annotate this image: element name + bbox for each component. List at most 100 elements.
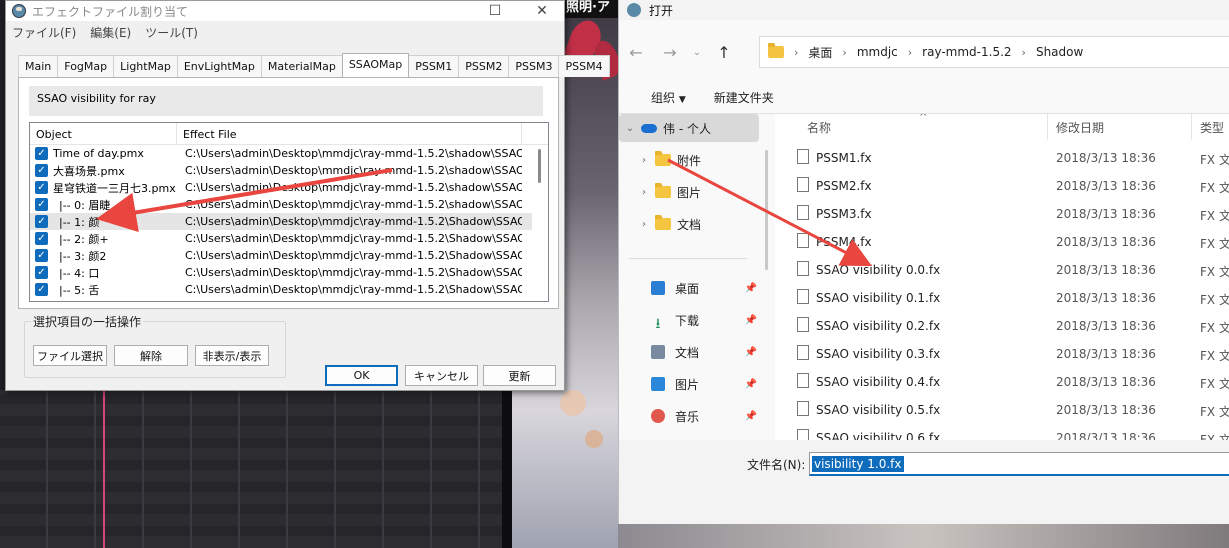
checkbox[interactable]: ✓ <box>35 215 48 228</box>
maximize-icon[interactable]: ☐ <box>473 1 517 21</box>
file-list: 名称 ^ 修改日期 类型 PSSM1.fx 2018/3/13 18:36 FX 文… <box>775 114 1229 440</box>
file-row[interactable]: SSAO visibility 0.5.fx 2018/3/13 18:36 FX … <box>775 396 1229 424</box>
tab-pssm1[interactable]: PSSM1 <box>408 55 460 77</box>
column-separator[interactable] <box>1047 114 1048 140</box>
list-row[interactable]: ✓ |-- 0: 眉睫 C:\Users\admin\Desktop\mmdjc\r… <box>30 196 548 213</box>
release-button[interactable]: 解除 <box>114 345 188 366</box>
list-row[interactable]: ✓ |-- 5: 舌 C:\Users\admin\Desktop\mmdjc\ra… <box>30 281 548 298</box>
scrollbar-thumb[interactable] <box>538 149 541 183</box>
pin-icon[interactable]: 📌 <box>745 379 757 390</box>
nav-folder-attachments[interactable]: › 附件 <box>633 146 773 174</box>
chevron-right-icon[interactable]: › <box>1022 46 1026 59</box>
chevron-right-icon[interactable]: › <box>794 46 798 59</box>
file-row[interactable]: SSAO visibility 0.0.fx 2018/3/13 18:36 FX … <box>775 256 1229 284</box>
forward-icon[interactable]: → <box>653 43 687 62</box>
quick-music[interactable]: 音乐 📌 <box>651 402 757 430</box>
object-effect-list[interactable]: Object Effect File ✓ Time of day.pmx C:\Us… <box>29 122 549 302</box>
nav-onedrive[interactable]: ⌄ 伟 - 个人 <box>619 114 759 142</box>
tab-pssm2[interactable]: PSSM2 <box>458 55 510 77</box>
breadcrumb[interactable]: › 桌面 › mmdjc › ray-mmd-1.5.2 › Shadow <box>759 36 1229 68</box>
column-effect-file[interactable]: Effect File <box>177 123 522 144</box>
list-row[interactable]: ✓ |-- 3: 颜2 C:\Users\admin\Desktop\mmdjc\r… <box>30 247 548 264</box>
pin-icon[interactable]: 📌 <box>745 283 757 294</box>
list-row[interactable]: ✓ |-- 2: 颜+ C:\Users\admin\Desktop\mmdjc\r… <box>30 230 548 247</box>
checkbox[interactable]: ✓ <box>35 198 48 211</box>
file-row[interactable]: SSAO visibility 0.3.fx 2018/3/13 18:36 FX … <box>775 340 1229 368</box>
list-row[interactable]: ✓ |-- 1: 颜 C:\Users\admin\Desktop\mmdjc\ra… <box>30 213 548 230</box>
close-icon[interactable]: ✕ <box>520 1 564 21</box>
organize-button[interactable]: 组织 ▼ <box>635 89 686 106</box>
chevron-right-icon[interactable]: › <box>633 187 655 198</box>
recent-chevron-icon[interactable]: ⌄ <box>687 47 707 58</box>
quick-pictures[interactable]: 图片 📌 <box>651 370 757 398</box>
checkbox[interactable]: ✓ <box>35 283 48 296</box>
breadcrumb-desktop[interactable]: 桌面 <box>808 44 832 61</box>
filename-input[interactable]: visibility 1.0.fx <box>809 452 1229 476</box>
new-folder-button[interactable]: 新建文件夹 <box>714 89 774 106</box>
tab-main[interactable]: Main <box>18 55 59 77</box>
nav-folder-pictures[interactable]: › 图片 <box>633 178 773 206</box>
breadcrumb-mmdjc[interactable]: mmdjc <box>857 45 898 59</box>
menu-file[interactable]: ファイル(F) <box>12 24 76 41</box>
chevron-right-icon[interactable]: › <box>633 219 655 230</box>
column-object[interactable]: Object <box>30 123 177 144</box>
menu-tools[interactable]: ツール(T) <box>145 24 198 41</box>
quick-downloads[interactable]: ⭳ 下载 📌 <box>651 306 757 334</box>
chevron-right-icon[interactable]: › <box>908 46 912 59</box>
list-row[interactable]: ✓ 星穹铁道一三月七3.pmx C:\Users\admin\Desktop\mmd… <box>30 179 548 196</box>
update-button[interactable]: 更新 <box>483 365 556 386</box>
select-file-button[interactable]: ファイル選択 <box>33 345 107 366</box>
checkbox[interactable]: ✓ <box>35 147 48 160</box>
file-row[interactable]: SSAO visibility 0.2.fx 2018/3/13 18:36 FX … <box>775 312 1229 340</box>
cloud-icon <box>641 123 657 133</box>
breadcrumb-shadow[interactable]: Shadow <box>1036 45 1083 59</box>
tab-envlightmap[interactable]: EnvLightMap <box>176 55 262 77</box>
checkbox[interactable]: ✓ <box>35 232 48 245</box>
breadcrumb-ray-mmd[interactable]: ray-mmd-1.5.2 <box>922 45 1011 59</box>
list-row[interactable]: ✓ Time of day.pmx C:\Users\admin\Desktop\m… <box>30 145 548 162</box>
chevron-right-icon[interactable]: › <box>633 155 655 166</box>
column-date[interactable]: 修改日期 <box>1056 119 1104 136</box>
chevron-right-icon[interactable]: › <box>842 46 846 59</box>
cancel-button[interactable]: キャンセル <box>405 365 478 386</box>
toggle-visibility-button[interactable]: 非表示/表示 <box>195 345 269 366</box>
open-dialog-title: 打开 <box>649 3 674 18</box>
chevron-down-icon[interactable]: ⌄ <box>619 123 641 134</box>
file-row[interactable]: SSAO visibility 0.1.fx 2018/3/13 18:36 FX … <box>775 284 1229 312</box>
ok-button[interactable]: OK <box>325 365 398 386</box>
file-row[interactable]: PSSM3.fx 2018/3/13 18:36 FX 文 <box>775 200 1229 228</box>
quick-desktop[interactable]: 桌面 📌 <box>651 274 757 302</box>
tab-strip: Main FogMap LightMap EnvLightMap Materia… <box>18 53 610 77</box>
checkbox[interactable]: ✓ <box>35 266 48 279</box>
file-row[interactable]: SSAO visibility 0.4.fx 2018/3/13 18:36 FX … <box>775 368 1229 396</box>
pin-icon[interactable]: 📌 <box>745 411 757 422</box>
tab-fogmap[interactable]: FogMap <box>57 55 115 77</box>
list-row[interactable]: ✓ 大喜场景.pmx C:\Users\admin\Desktop\mmdjc\ra… <box>30 162 548 179</box>
quick-documents[interactable]: 文档 📌 <box>651 338 757 366</box>
file-row[interactable]: SSAO visibility 0.6.fx 2018/3/13 18:36 FX … <box>775 424 1229 440</box>
tab-materialmap[interactable]: MaterialMap <box>260 55 343 77</box>
tab-pssm4[interactable]: PSSM4 <box>558 55 610 77</box>
checkbox[interactable]: ✓ <box>35 249 48 262</box>
checkbox[interactable]: ✓ <box>35 181 48 194</box>
nav-pane-scrollbar[interactable] <box>765 150 768 270</box>
column-separator[interactable] <box>1191 114 1192 140</box>
tab-ssaomap[interactable]: SSAOMap <box>341 53 410 77</box>
file-row[interactable]: PSSM2.fx 2018/3/13 18:36 FX 文 <box>775 172 1229 200</box>
menu-edit[interactable]: 編集(E) <box>90 24 131 41</box>
list-row[interactable]: ✓ |-- 4: 口 C:\Users\admin\Desktop\mmdjc\ra… <box>30 264 548 281</box>
up-icon[interactable]: ↑ <box>707 43 741 62</box>
nav-folder-documents[interactable]: › 文档 <box>633 210 773 238</box>
column-name[interactable]: 名称 <box>807 119 831 136</box>
file-row[interactable]: PSSM4.fx 2018/3/13 18:36 FX 文 <box>775 228 1229 256</box>
checkbox[interactable]: ✓ <box>35 164 48 177</box>
list-scrollbar[interactable] <box>532 145 548 301</box>
file-row[interactable]: PSSM1.fx 2018/3/13 18:36 FX 文 <box>775 144 1229 172</box>
tab-pssm3[interactable]: PSSM3 <box>508 55 560 77</box>
back-icon[interactable]: ← <box>619 43 653 62</box>
tab-lightmap[interactable]: LightMap <box>113 55 178 77</box>
column-type[interactable]: 类型 <box>1200 119 1224 136</box>
pin-icon[interactable]: 📌 <box>745 315 757 326</box>
row-effect-file: C:\Users\admin\Desktop\mmdjc\ray-mmd-1.5… <box>185 147 522 160</box>
pin-icon[interactable]: 📌 <box>745 347 757 358</box>
